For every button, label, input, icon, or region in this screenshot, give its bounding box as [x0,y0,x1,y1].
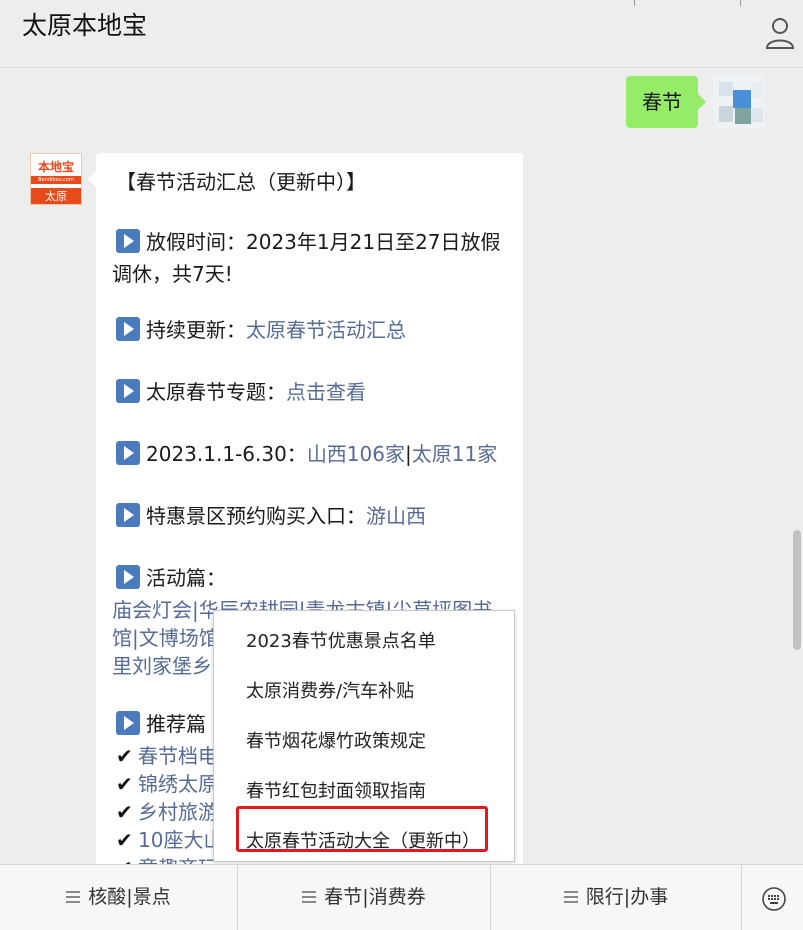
play-icon [116,379,140,403]
play-icon [116,565,140,589]
chat-header: 太原本地宝 [0,0,803,68]
user-message-bubble[interactable]: 春节 [626,76,706,128]
ticket-line: 特惠景区预约购买入口：游山西 [116,500,426,529]
recommend-item[interactable]: ✔童趣齐玩 [116,852,218,864]
logo-city: 太原 [31,188,81,204]
bottom-menu-bar: 核酸|景点 春节|消费券 限行|办事 [0,864,803,930]
play-icon [116,441,140,465]
checkmark-icon: ✔ [116,744,133,768]
checkmark-icon: ✔ [116,856,138,864]
play-icon [116,229,140,253]
menu-lines-icon [302,891,317,903]
message-heading: 【春节活动汇总（更新中）】 [116,170,366,194]
checkmark-icon: ✔ [116,828,133,852]
holiday-text-cont: 调休，共7天! [112,262,233,286]
scenic-link-shanxi[interactable]: 山西106家 [307,442,405,466]
update-label: 持续更新： [146,318,246,342]
recommend-label: 推荐篇 [146,712,206,736]
keyboard-icon[interactable] [762,887,786,911]
holiday-label: 放假时间： [146,230,246,254]
menu-lines-icon [563,891,578,903]
menu-item-scenic-discount[interactable]: 2023春节优惠景点名单 [246,627,436,653]
holiday-line: 放假时间：2023年1月21日至27日放假 [116,226,501,255]
menu-tab-festival-voucher[interactable]: 春节|消费券 [238,865,490,930]
scenic-separator: | [405,442,412,466]
activity-line: 活动篇： [116,562,226,591]
recommend-line: 推荐篇 [116,708,206,737]
play-icon [116,711,140,735]
highlight-annotation [236,806,488,852]
scenic-label: 2023.1.1-6.30： [146,442,307,466]
topic-line: 太原春节专题：点击查看 [116,376,366,405]
scenic-link-taiyuan[interactable]: 太原11家 [412,442,497,466]
scenic-line: 2023.1.1-6.30：山西106家|太原11家 [116,438,497,467]
holiday-text: 2023年1月21日至27日放假 [246,230,501,254]
divider [634,0,635,6]
recommend-item[interactable]: ✔ 春节档电 [116,740,218,769]
divider [740,0,741,6]
account-avatar[interactable]: 本地宝 Bendibao.com 太原 [30,153,82,205]
topic-label: 太原春节专题： [146,380,286,404]
logo-subtext: Bendibao.com [31,176,81,184]
play-icon [116,317,140,341]
recommend-item[interactable]: ✔ 乡村旅游 [116,796,218,825]
checkmark-icon: ✔ [116,772,133,796]
menu-tab-nucleic-scenic[interactable]: 核酸|景点 [0,865,237,930]
activity-label: 活动篇： [146,566,226,590]
menu-lines-icon [66,891,81,903]
menu-tab-traffic-services[interactable]: 限行|办事 [491,865,741,930]
play-icon [116,503,140,527]
scrollbar-thumb[interactable] [793,530,801,650]
activity-links-3[interactable]: 里刘家堡乡 [112,650,212,679]
activity-links-2[interactable]: 馆|文博场馆 [112,622,219,651]
recommend-item[interactable]: ✔ 锦绣太原 [116,768,218,797]
logo-text: 本地宝 [37,160,74,174]
menu-item-consumer-voucher[interactable]: 太原消费券/汽车补贴 [246,677,414,703]
topic-link[interactable]: 点击查看 [286,380,366,404]
menu-item-red-packet-cover[interactable]: 春节红包封面领取指南 [246,777,426,803]
user-profile-icon[interactable] [765,16,795,50]
account-title: 太原本地宝 [22,11,148,40]
checkmark-icon: ✔ [116,800,133,824]
divider [741,865,742,930]
ticket-label: 特惠景区预约购买入口： [146,504,366,528]
user-avatar[interactable] [713,74,765,128]
menu-item-fireworks-policy[interactable]: 春节烟花爆竹政策规定 [246,727,426,753]
update-line: 持续更新：太原春节活动汇总 [116,314,406,343]
recommend-item[interactable]: ✔ 10座大山 [116,824,223,853]
ticket-link[interactable]: 游山西 [366,504,426,528]
update-link[interactable]: 太原春节活动汇总 [246,318,406,342]
